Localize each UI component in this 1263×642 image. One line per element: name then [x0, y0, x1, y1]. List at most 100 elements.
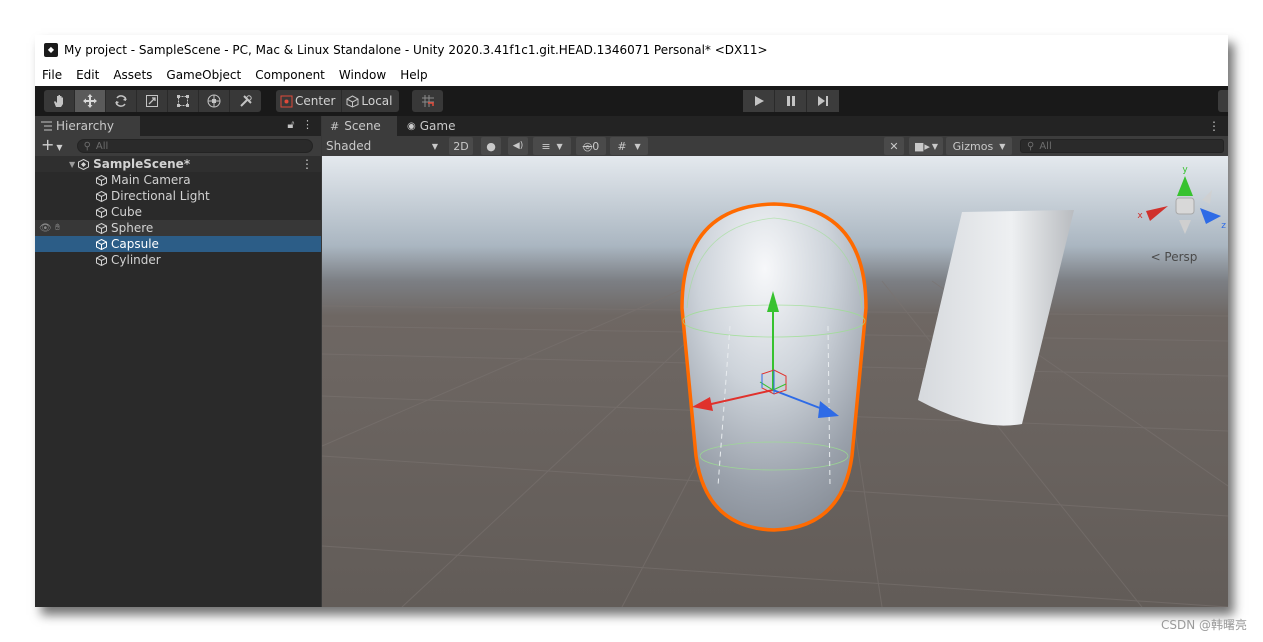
hierarchy-tab[interactable]: Hierarchy [35, 116, 140, 136]
hash-grid-icon: # [330, 119, 340, 133]
step-button[interactable] [807, 90, 839, 112]
scene-tools-button[interactable]: ✕ [884, 137, 904, 155]
menu-gameobject[interactable]: GameObject [166, 68, 241, 82]
hierarchy-tree: ▼ SampleScene* ⋮ Main Camera Directional… [35, 156, 321, 268]
menu-component[interactable]: Component [255, 68, 325, 82]
scene-menu-icon[interactable]: ⋮ [301, 157, 313, 171]
menu-edit[interactable]: Edit [76, 68, 99, 82]
menu-file[interactable]: File [42, 68, 62, 82]
scene-tab-menu-icon[interactable]: ⋮ [1208, 119, 1220, 133]
hierarchy-item-cylinder[interactable]: Cylinder [35, 252, 321, 268]
shading-mode-value: Shaded [326, 139, 372, 153]
menu-help[interactable]: Help [400, 68, 427, 82]
gizmos-dropdown[interactable]: Gizmos ▼ [946, 137, 1012, 155]
camera-dropdown[interactable]: ■▸ ▼ [909, 137, 943, 155]
chevron-down-icon: ▼ [431, 141, 438, 151]
orientation-x-cone[interactable] [1146, 206, 1168, 221]
lightbulb-icon: ● [486, 139, 496, 153]
transform-tool-button[interactable] [199, 90, 230, 112]
rotate-tool-button[interactable] [106, 90, 137, 112]
playmode-controls [743, 90, 839, 112]
hierarchy-search-input[interactable]: ⚲ All [76, 139, 313, 153]
tools-icon [239, 95, 252, 107]
menu-window[interactable]: Window [339, 68, 386, 82]
rotate-icon [115, 95, 127, 107]
pivot-center-icon [280, 95, 293, 107]
add-object-button[interactable]: + ▼ [41, 136, 63, 156]
shading-mode-dropdown[interactable]: Shaded ▼ [322, 137, 442, 155]
window-title: My project - SampleScene - PC, Mac & Lin… [64, 42, 768, 57]
tab-scene-label: Scene [344, 119, 381, 133]
speaker-icon: ◀) [512, 141, 524, 151]
orientation-y-cone[interactable] [1177, 176, 1193, 196]
hierarchy-item-directional-light[interactable]: Directional Light [35, 188, 321, 204]
orientation-gizmo[interactable] [1146, 176, 1221, 234]
hand-tool-button[interactable] [44, 90, 75, 112]
list-icon [41, 121, 52, 131]
account-button-edge[interactable] [1218, 90, 1228, 112]
title-bar: ◆ My project - SampleScene - PC, Mac & L… [35, 35, 1228, 64]
hidden-count: 0 [592, 139, 600, 153]
visibility-eye-icon[interactable]: 👁︎ [39, 223, 52, 234]
toggle-2d-button[interactable]: 2D [449, 137, 473, 155]
scene-3d-view[interactable]: y x z < Persp [322, 156, 1228, 607]
hierarchy-search-placeholder: All [95, 140, 109, 152]
grid-snap-button[interactable] [412, 90, 443, 112]
axis-y-label: y [1182, 165, 1188, 175]
snap-group [412, 90, 443, 112]
step-icon [818, 96, 828, 106]
lock-icon[interactable]: 🔓︎ [287, 118, 294, 131]
pivot-center-button[interactable]: Center [276, 90, 343, 112]
hierarchy-item-label: Cube [111, 205, 142, 219]
transform-gizmo-icon [207, 94, 221, 108]
play-button[interactable] [743, 90, 775, 112]
grid-dropdown[interactable]: # ▼ [610, 137, 648, 155]
pivot-local-button[interactable]: Local [342, 90, 398, 112]
scene-viewport[interactable]: y x z < Persp [322, 156, 1228, 607]
toggle-2d-label: 2D [453, 139, 469, 153]
layers-icon: ≡ [541, 139, 551, 153]
kebab-menu-icon[interactable]: ⋮ [302, 118, 313, 131]
pause-button[interactable] [775, 90, 807, 112]
tab-scene[interactable]: # Scene [322, 116, 397, 136]
hierarchy-item-cube[interactable]: Cube [35, 204, 321, 220]
rect-tool-button[interactable] [168, 90, 199, 112]
gameobject-cube-icon [96, 174, 107, 186]
expand-arrow-icon[interactable]: ▼ [69, 160, 75, 169]
audio-toggle[interactable]: ◀) [508, 137, 528, 155]
hierarchy-item-capsule[interactable]: Capsule [35, 236, 321, 252]
effects-dropdown[interactable]: ≡ ▼ [533, 137, 571, 155]
pickable-hand-icon[interactable]: ✋︎ [55, 223, 60, 233]
move-tool-button[interactable] [75, 90, 106, 112]
hierarchy-item-label: Cylinder [111, 253, 161, 267]
scale-tool-button[interactable] [137, 90, 168, 112]
scene-search-placeholder: All [1039, 140, 1052, 152]
scene-toolbar: Shaded ▼ 2D ● ◀) ≡ ▼ ◎ 0 # ▼ ✕ ■▸ ▼ Gizm… [322, 136, 1228, 156]
main-toolbar: Center Local [35, 86, 1228, 116]
cylinder-object[interactable] [918, 210, 1074, 426]
menu-assets[interactable]: Assets [113, 68, 152, 82]
hierarchy-item-main-camera[interactable]: Main Camera [35, 172, 321, 188]
chevron-down-icon: ▼ [999, 141, 1006, 151]
scene-row[interactable]: ▼ SampleScene* ⋮ [35, 156, 321, 172]
transform-tools-group [44, 90, 261, 112]
hierarchy-item-sphere[interactable]: 👁︎ ✋︎ Sphere [35, 220, 321, 236]
scene-search-input[interactable]: ⚲ All [1020, 139, 1224, 153]
tab-game[interactable]: ◉ Game [407, 116, 455, 136]
perspective-label[interactable]: < Persp [1151, 250, 1198, 264]
hidden-objects-toggle[interactable]: ◎ 0 [576, 137, 606, 155]
pivot-group: Center Local [276, 90, 399, 112]
pivot-label: Center [295, 94, 336, 108]
unity-editor-window: ◆ My project - SampleScene - PC, Mac & L… [35, 35, 1228, 607]
hierarchy-item-label: Capsule [111, 237, 159, 251]
camera-icon: ■▸ [913, 139, 930, 153]
space-label: Local [361, 94, 393, 108]
eye-slash-icon: ◎ [582, 139, 593, 153]
chevron-down-icon: ▼ [556, 141, 563, 151]
chevron-down-icon: ▼ [634, 141, 641, 151]
custom-tool-button[interactable] [230, 90, 261, 112]
unity-scene-icon [78, 158, 90, 170]
move-arrows-icon [83, 94, 97, 108]
orientation-z-cone[interactable] [1200, 208, 1221, 224]
lighting-toggle[interactable]: ● [481, 137, 501, 155]
